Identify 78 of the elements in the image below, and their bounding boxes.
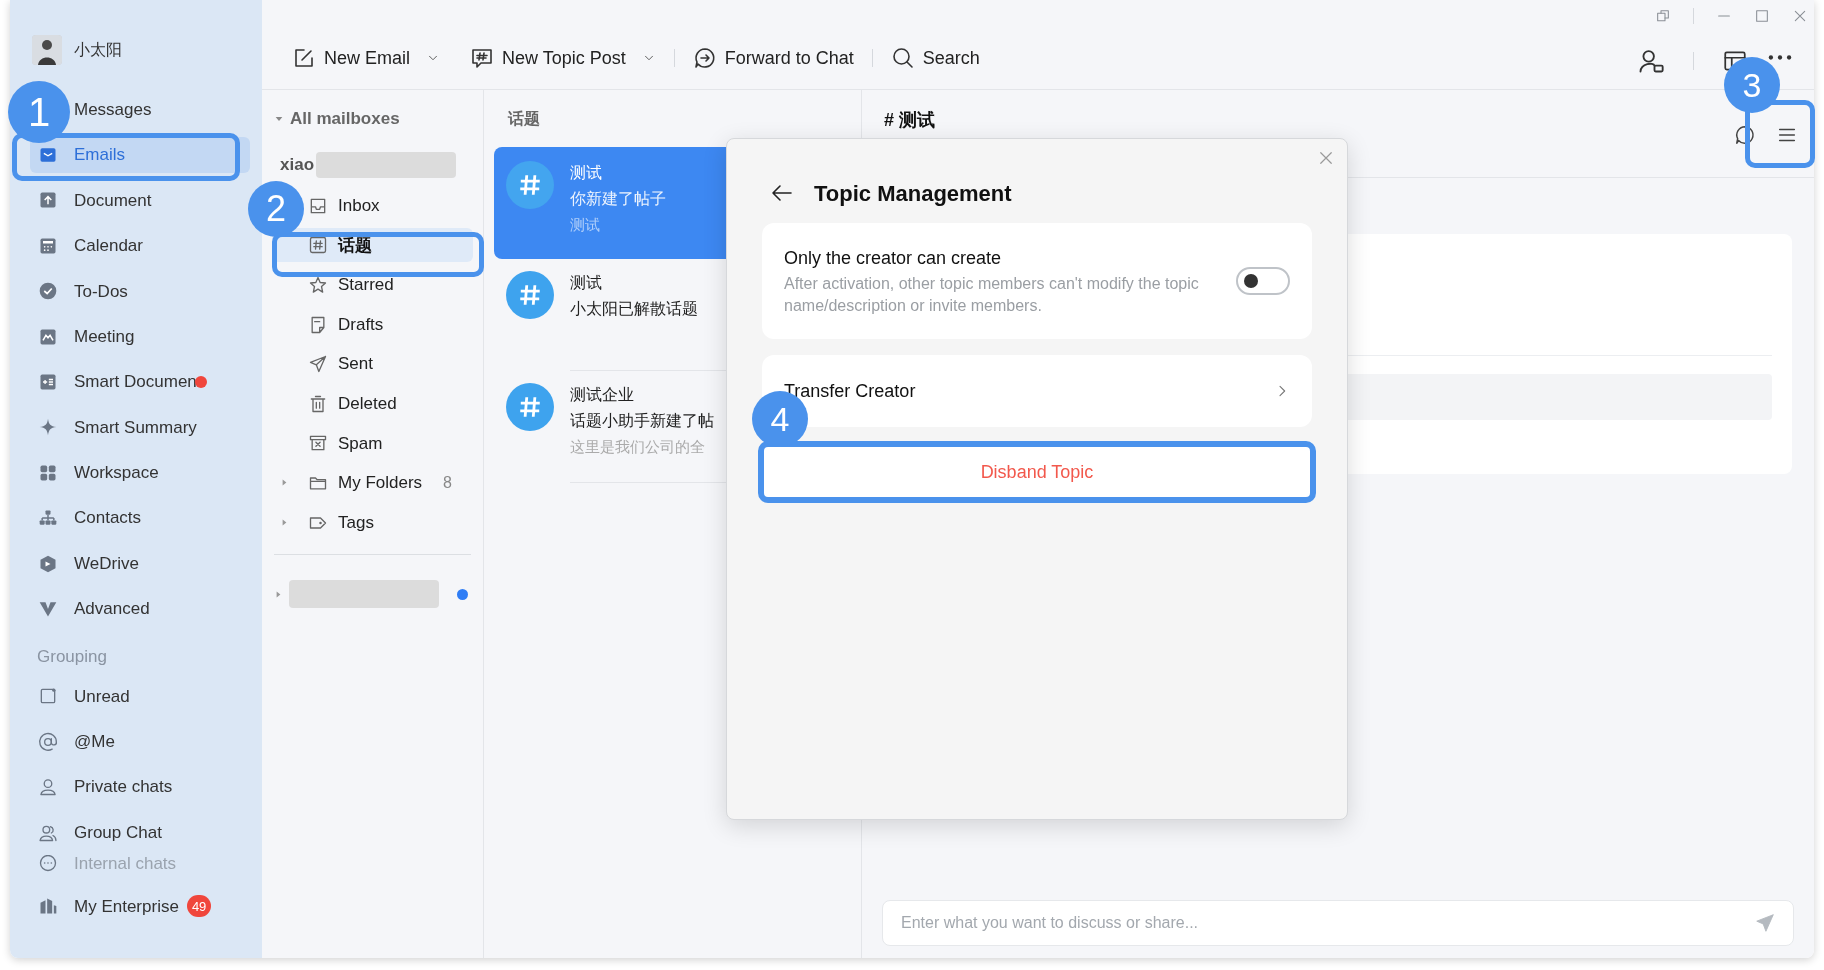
sidebar-item[interactable]: Messages	[74, 91, 158, 128]
person-badge-icon[interactable]	[1637, 47, 1665, 75]
section-heading: Grouping	[36, 646, 108, 669]
setting-description: After activation, other topic members can't modify the topic name/description or invite members.	[784, 274, 1200, 316]
chat-bubble-icon[interactable]	[1734, 124, 1756, 146]
toggle-switch[interactable]	[1236, 267, 1290, 295]
compose-icon	[292, 46, 316, 70]
sidebar-item[interactable]: Smart Summary	[30, 409, 203, 446]
topic-preview: 话题小助手新建了帖	[570, 411, 714, 431]
sidebar-item[interactable]: Workspace	[30, 454, 165, 491]
folder-item[interactable]: Starred	[308, 268, 400, 302]
topic-subtitle: 测试	[570, 215, 601, 235]
expand-arrow-icon	[274, 589, 283, 599]
avatar[interactable]	[32, 35, 62, 65]
folder-item[interactable]: Tags	[308, 505, 380, 540]
topic-title: 测试	[570, 163, 603, 183]
folder-item[interactable]: Drafts	[308, 307, 390, 342]
sidebar-item[interactable]: Group Chat	[30, 812, 170, 853]
folder-item[interactable]: Deleted	[308, 386, 403, 421]
search-icon	[890, 46, 915, 70]
sidebar-item[interactable]: Calendar	[30, 227, 149, 264]
check-circle-icon	[38, 281, 58, 302]
hash-avatar-icon	[506, 383, 554, 431]
sidebar-item[interactable]: Contacts	[30, 500, 148, 537]
maximize-icon[interactable]	[1754, 8, 1770, 24]
restore-icon[interactable]	[1655, 8, 1671, 24]
folder-item[interactable]: Inbox	[308, 188, 386, 223]
trash-icon	[308, 393, 328, 414]
hash-avatar-icon	[506, 271, 554, 319]
forward-bubble-icon	[692, 46, 717, 70]
toolbar-button[interactable]: New Topic Post	[466, 41, 660, 75]
sidebar-item[interactable]: Private chats	[30, 767, 181, 808]
section-heading: All mailboxes	[290, 108, 400, 131]
topic-preview: 你新建了帖子	[570, 189, 666, 209]
more-icon[interactable]	[1768, 54, 1792, 60]
hash-square-icon	[308, 235, 328, 256]
account-name: xiao	[280, 154, 315, 177]
toolbar-button[interactable]: Search	[886, 41, 984, 75]
sidebar-item[interactable]: Document	[30, 182, 158, 219]
paper-plane-icon	[308, 354, 328, 375]
sidebar-item[interactable]: Advanced	[30, 591, 156, 627]
expand-arrow-icon	[280, 518, 289, 528]
sidebar-item[interactable]: Smart Documen	[30, 364, 203, 401]
sidebar-item[interactable]: Unread	[30, 676, 138, 717]
hash-bubble-icon	[470, 46, 495, 70]
folder-item[interactable]: Spam	[308, 426, 389, 461]
chat-bubble-icon	[38, 855, 58, 874]
topic-title: 测试企业	[570, 385, 635, 405]
cube-icon	[38, 553, 58, 574]
topic-subtitle: 这里是我们公司的全	[570, 437, 706, 457]
sidebar-item[interactable]: My Enterprise	[74, 893, 179, 919]
topic-preview: 小太阳已解散话题	[570, 299, 698, 319]
count-badge: 49	[186, 895, 212, 918]
sidebar-item[interactable]: WeDrive	[30, 545, 145, 582]
sidebar-item[interactable]: To-Dos	[30, 273, 134, 310]
expand-arrow-icon	[280, 478, 289, 488]
v-shape-icon	[38, 599, 58, 619]
close-icon[interactable]	[1317, 149, 1335, 167]
at-sign-icon	[38, 731, 58, 752]
hash-avatar-icon	[506, 161, 554, 209]
message-input[interactable]: Enter what you want to discuss or share...	[882, 900, 1794, 946]
section-heading: 话题	[506, 109, 541, 129]
folder-item[interactable]: Sent	[308, 347, 379, 382]
close-icon[interactable]	[1792, 8, 1808, 24]
conversation-title: # 测试	[884, 110, 935, 130]
person-icon	[38, 777, 58, 798]
document-icon	[38, 190, 58, 211]
sidebar-item[interactable]: @Me	[30, 721, 123, 762]
building-icon	[38, 896, 58, 917]
toolbar-button[interactable]: Forward to Chat	[688, 41, 858, 75]
count-label: 8	[443, 472, 452, 493]
star-icon	[308, 275, 328, 295]
plus-document-icon	[38, 372, 58, 393]
toolbar-button[interactable]: New Email	[288, 41, 445, 75]
topic-title: 测试	[570, 273, 603, 293]
folder-item[interactable]: My Folders 8	[308, 465, 458, 500]
user-name: 小太阳	[74, 40, 122, 60]
sidebar-item[interactable]: Meeting	[30, 318, 141, 355]
